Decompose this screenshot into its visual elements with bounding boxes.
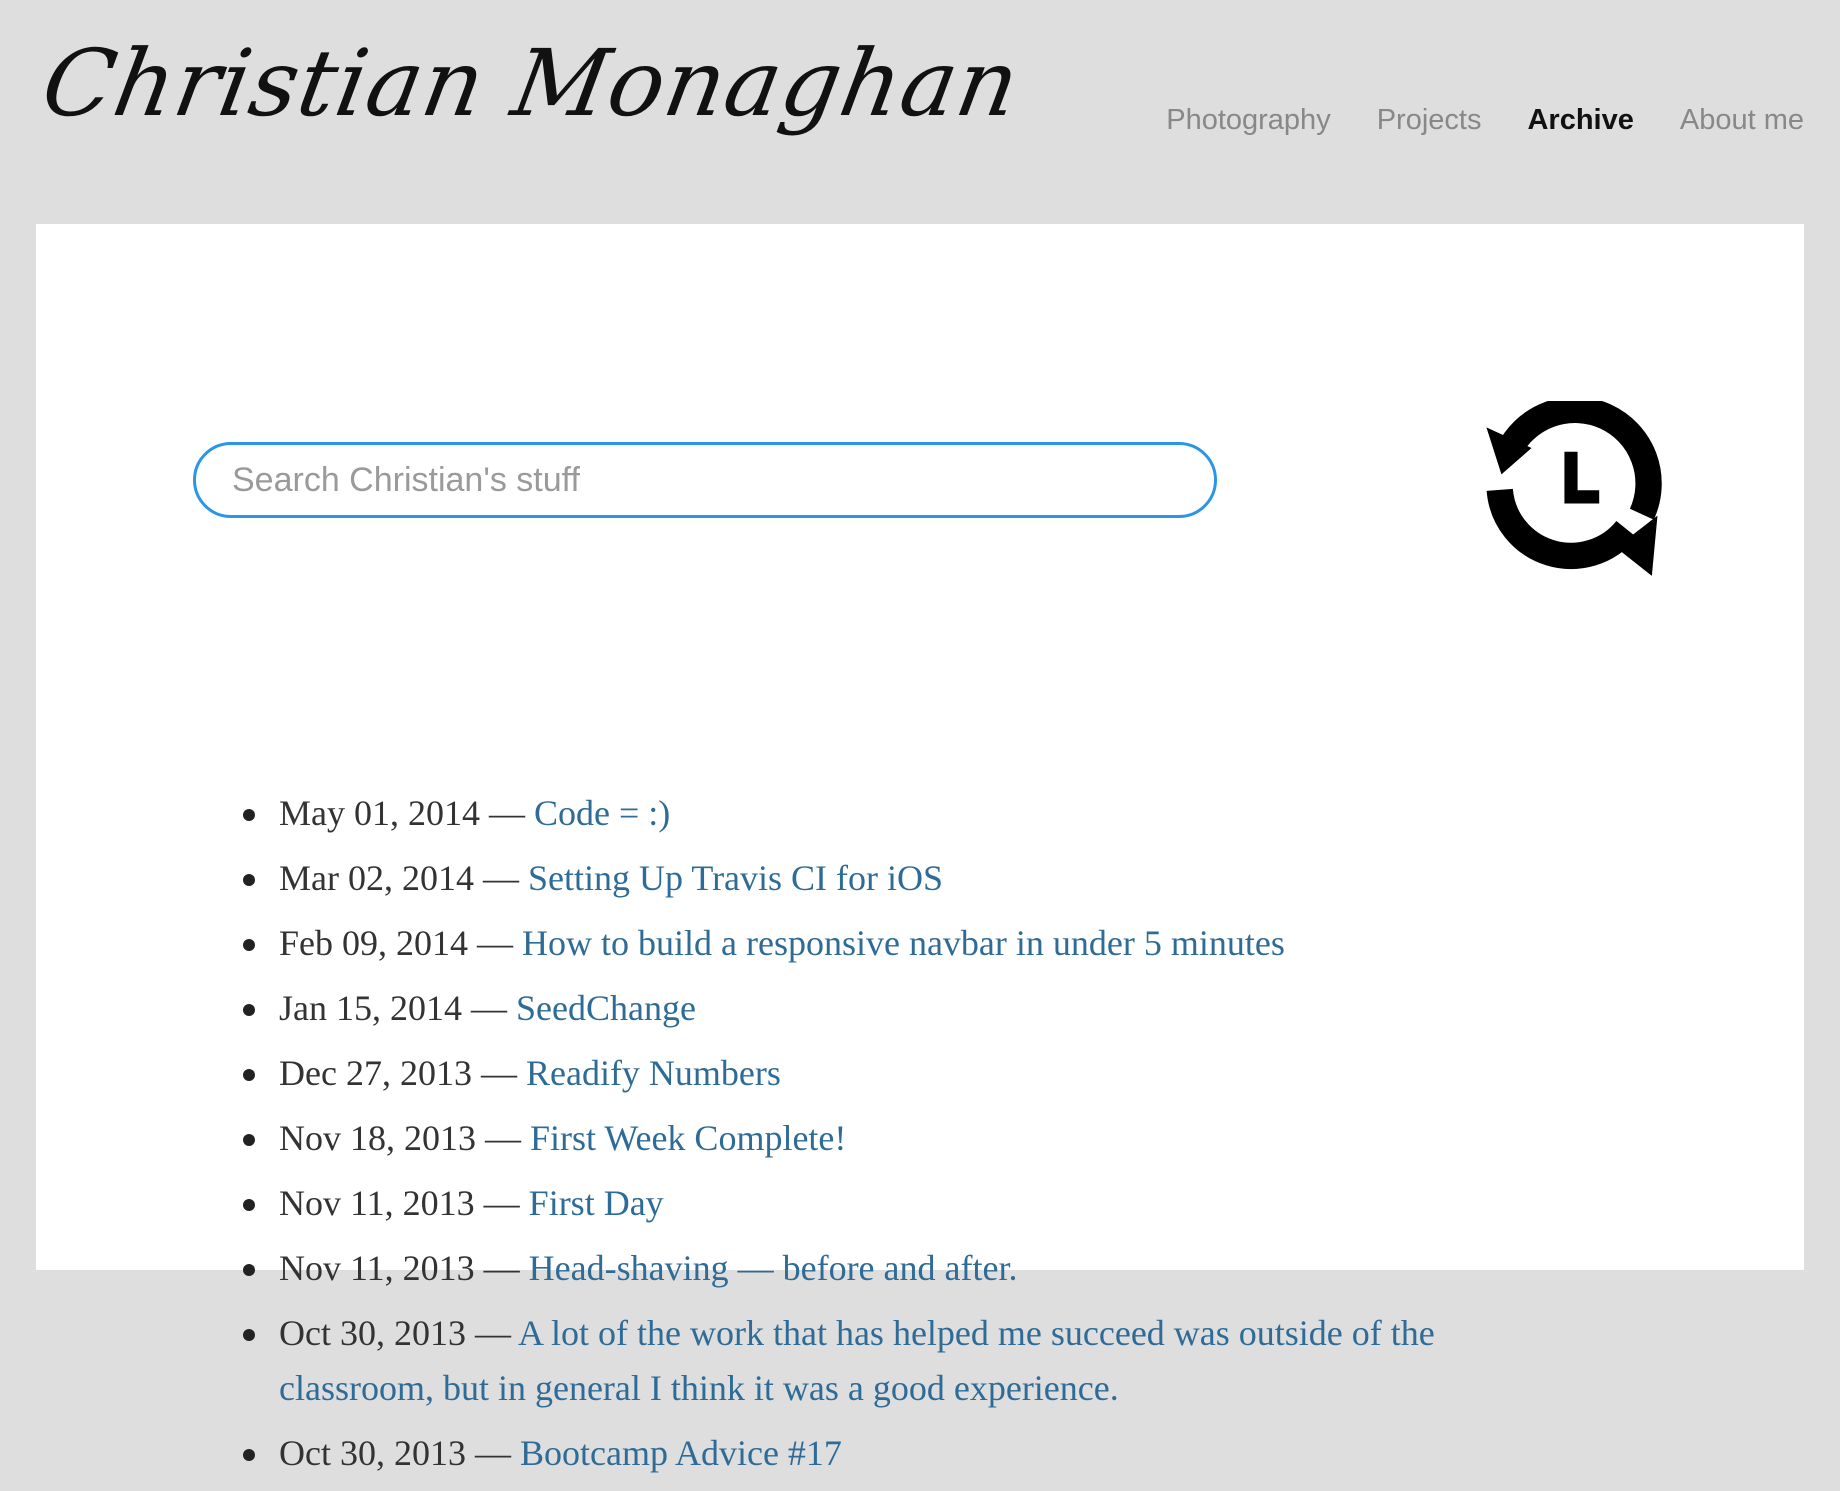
post-separator: —	[462, 988, 516, 1028]
nav-photography[interactable]: Photography	[1166, 104, 1330, 137]
post-date: May 01, 2014	[279, 793, 480, 833]
post-link[interactable]: First Week Complete!	[530, 1118, 846, 1158]
list-item: Mar 02, 2014 — Setting Up Travis CI for …	[243, 851, 1583, 906]
list-item: Nov 18, 2013 — First Week Complete!	[243, 1111, 1583, 1166]
content-panel: May 01, 2014 — Code = :) Mar 02, 2014 — …	[36, 224, 1804, 1473]
post-date: Feb 09, 2014	[279, 923, 468, 963]
post-separator: —	[465, 1433, 520, 1473]
post-date: Nov 11, 2013	[279, 1183, 475, 1223]
site-title[interactable]: Christian Monaghan	[35, 30, 1028, 137]
post-date: Jan 15, 2014	[279, 988, 462, 1028]
post-date: Oct 30, 2013	[279, 1313, 466, 1353]
post-date: Nov 11, 2013	[279, 1248, 475, 1288]
post-separator: —	[474, 1248, 529, 1288]
history-clock-icon[interactable]	[1477, 401, 1665, 589]
list-item: Oct 30, 2013 — Bootcamp Advice #17	[243, 1426, 1583, 1481]
post-link[interactable]: Bootcamp Advice #17	[520, 1433, 842, 1473]
list-item: Jan 15, 2014 — SeedChange	[243, 981, 1583, 1036]
post-link[interactable]: Code = :)	[534, 793, 670, 833]
post-date: Nov 18, 2013	[279, 1118, 476, 1158]
main-nav: Photography Projects Archive About me	[1166, 104, 1804, 137]
post-link[interactable]: Readify Numbers	[526, 1053, 781, 1093]
nav-about-me[interactable]: About me	[1680, 104, 1804, 137]
list-item: Feb 09, 2014 — How to build a responsive…	[243, 916, 1583, 971]
nav-projects[interactable]: Projects	[1377, 104, 1482, 137]
site-header: Christian Monaghan Photography Projects …	[0, 0, 1840, 224]
nav-archive[interactable]: Archive	[1527, 104, 1633, 137]
post-separator: —	[474, 1183, 529, 1223]
list-item: Nov 11, 2013 — Head-shaving — before and…	[243, 1241, 1583, 1296]
post-link[interactable]: Setting Up Travis CI for iOS	[528, 858, 943, 898]
post-date: Dec 27, 2013	[279, 1053, 472, 1093]
list-item: May 01, 2014 — Code = :)	[243, 786, 1583, 841]
post-date: Oct 30, 2013	[279, 1433, 466, 1473]
post-link[interactable]: SeedChange	[516, 988, 696, 1028]
post-date: Mar 02, 2014	[279, 858, 474, 898]
post-separator: —	[465, 1313, 518, 1353]
list-item: Oct 30, 2013 — A lot of the work that ha…	[243, 1306, 1583, 1416]
post-separator: —	[468, 923, 522, 963]
post-link[interactable]: Head-shaving — before and after.	[529, 1248, 1018, 1288]
list-item: Nov 11, 2013 — First Day	[243, 1176, 1583, 1231]
post-link[interactable]: First Day	[529, 1183, 664, 1223]
list-item: Dec 27, 2013 — Readify Numbers	[243, 1046, 1583, 1101]
post-separator: —	[471, 1053, 526, 1093]
post-list: May 01, 2014 — Code = :) Mar 02, 2014 — …	[243, 786, 1583, 1491]
post-link[interactable]: How to build a responsive navbar in unde…	[522, 923, 1285, 963]
search-input[interactable]	[193, 442, 1217, 518]
post-separator: —	[476, 1118, 530, 1158]
post-separator: —	[473, 858, 528, 898]
post-separator: —	[480, 793, 534, 833]
